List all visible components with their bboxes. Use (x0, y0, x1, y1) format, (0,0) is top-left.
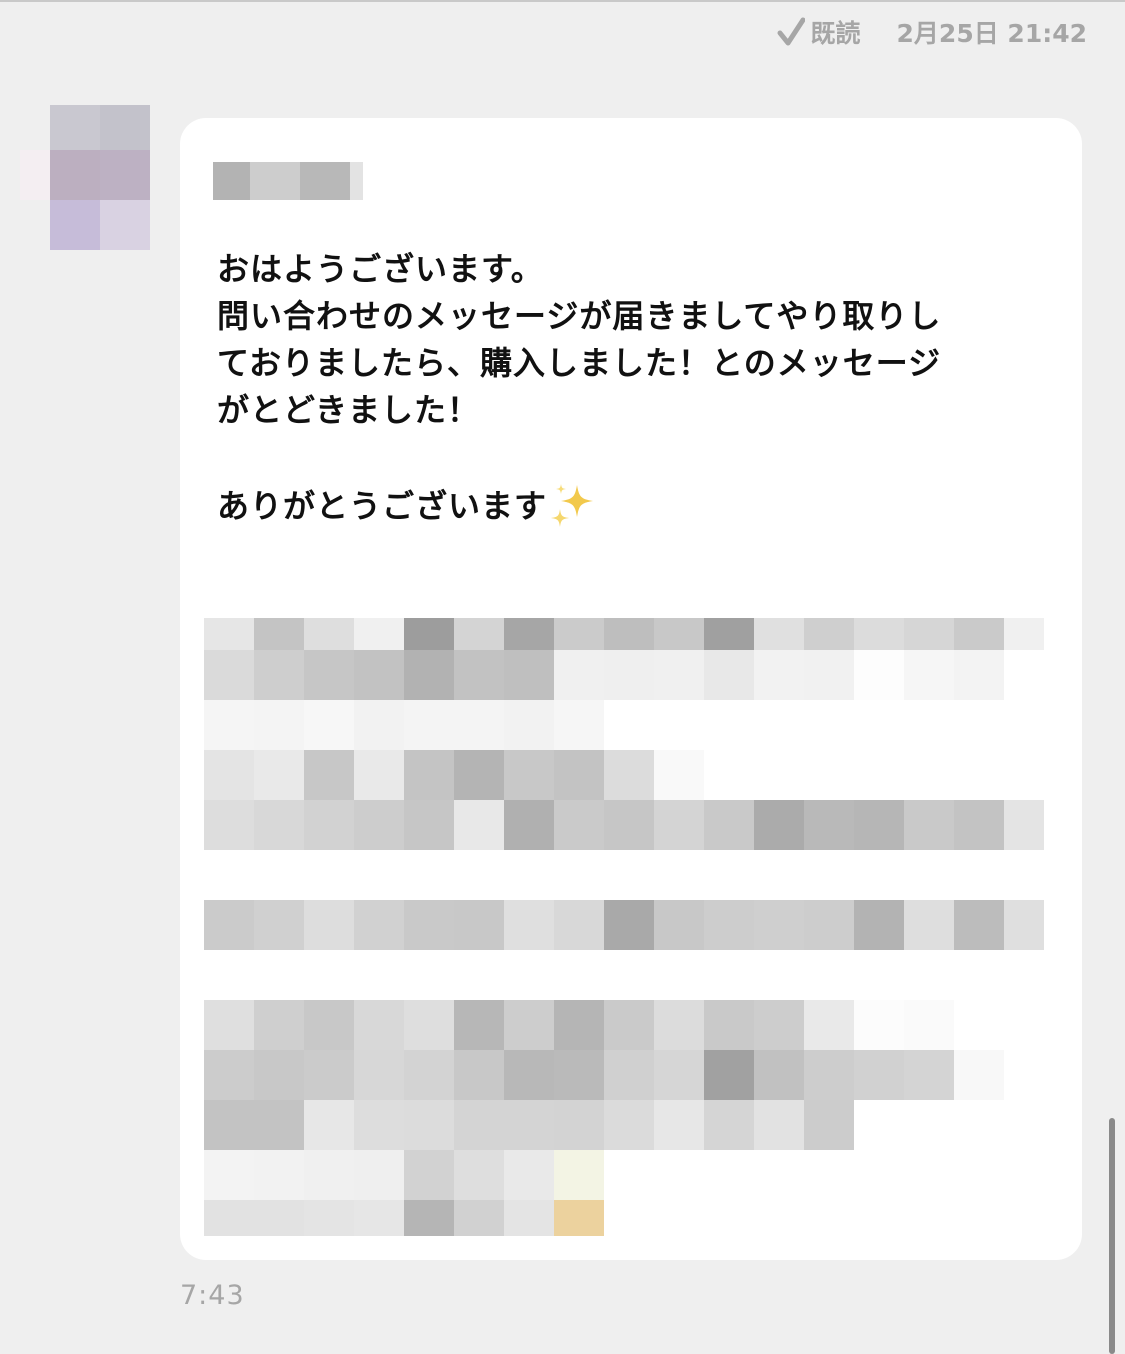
message-closing-line: ありがとうございます (217, 481, 1057, 530)
message-closing: ありがとうございます (217, 487, 548, 525)
avatar[interactable] (20, 105, 170, 255)
message-line: がとどきました！ (217, 391, 481, 429)
redacted-content (204, 618, 1044, 1238)
message-text: おはようございます。 問い合わせのメッセージが届きましてやり取りし ておりました… (217, 246, 1057, 530)
sparkles-icon (551, 484, 594, 527)
top-divider (0, 0, 1125, 2)
message-time: 7:43 (180, 1280, 245, 1311)
message-line: ておりましたら、購入しました！とのメッセージ (217, 344, 942, 382)
scrollbar[interactable] (1109, 1118, 1115, 1354)
message-bubble[interactable]: おはようございます。 問い合わせのメッセージが届きましてやり取りし ておりました… (180, 118, 1082, 1260)
message-line: 問い合わせのメッセージが届きましてやり取りし (217, 297, 942, 335)
read-status: 既読 2月25日 21:42 (777, 14, 1087, 50)
message-line: おはようございます。 (217, 250, 544, 288)
read-label: 既読 (810, 19, 861, 48)
check-icon (777, 17, 805, 46)
sender-name-redacted (213, 162, 363, 200)
sent-datetime: 2月25日 21:42 (896, 19, 1087, 48)
